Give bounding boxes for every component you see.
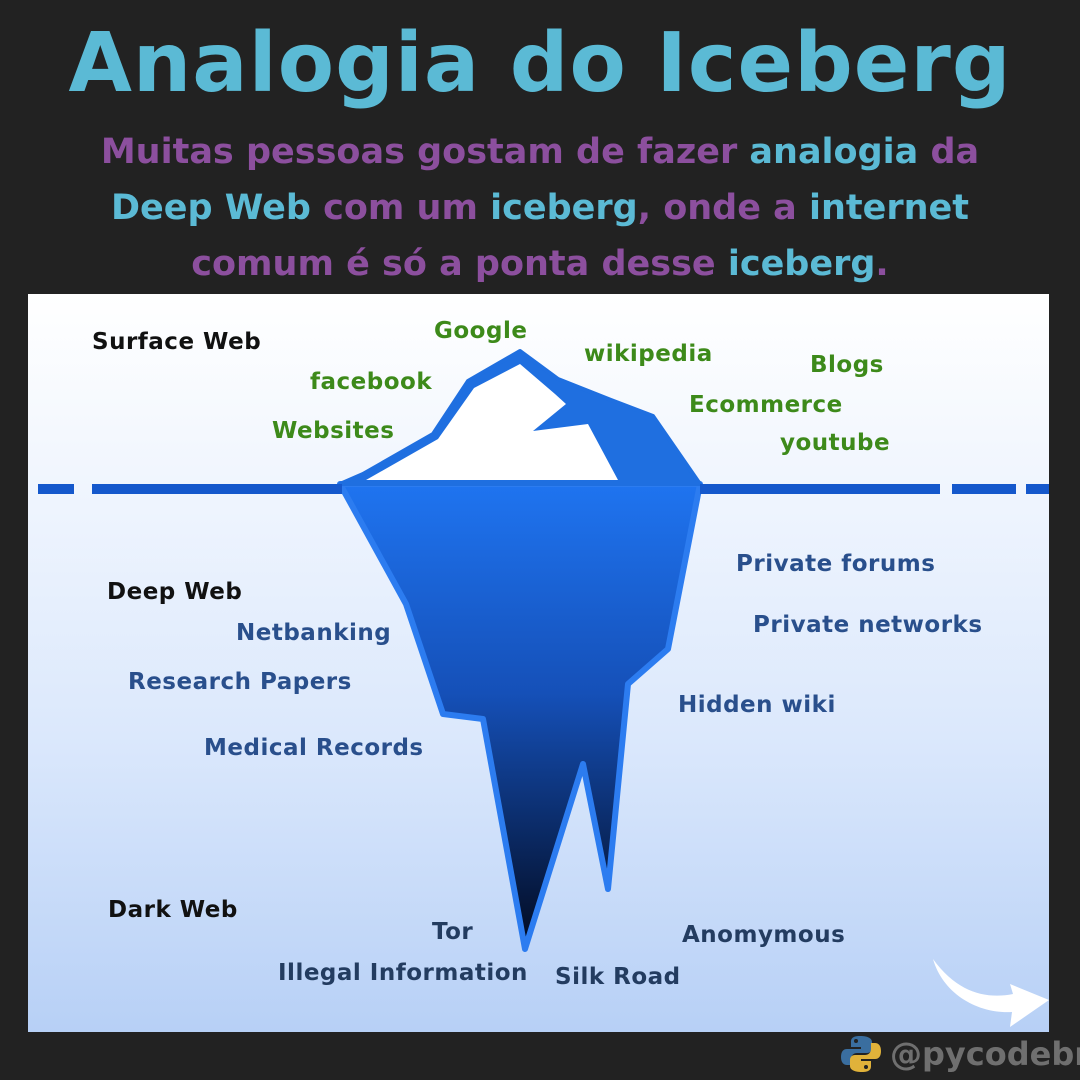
surface-item: Websites [272, 418, 395, 444]
deep-item: Hidden wiki [678, 692, 836, 718]
python-logo-icon [841, 1036, 881, 1072]
subtitle: Muitas pessoas gostam de fazer analogia … [40, 124, 1040, 292]
iceberg-diagram: Surface Web Google wikipedia facebook Bl… [28, 294, 1049, 1032]
subtitle-part: da [930, 132, 980, 172]
subtitle-part: Deep Web [111, 188, 311, 228]
subtitle-part: comum é só a ponta desse [191, 244, 728, 284]
next-arrow-icon [933, 959, 1049, 1027]
surface-item: youtube [780, 430, 891, 456]
brand-handle: @pycodebr [840, 1034, 1080, 1074]
subtitle-part: . [875, 244, 889, 284]
subtitle-part: iceberg [490, 188, 638, 228]
subtitle-part: internet [808, 188, 969, 228]
deep-item: Medical Records [204, 735, 424, 761]
subtitle-part: Muitas pessoas gostam de fazer [100, 132, 750, 172]
page-title: Analogia do Iceberg [68, 16, 1012, 111]
section-title-surface: Surface Web [92, 329, 262, 355]
surface-item: facebook [310, 369, 433, 395]
surface-item: Google [434, 318, 528, 344]
section-title-dark: Dark Web [108, 897, 238, 923]
subtitle-part: , onde a [637, 188, 809, 228]
dark-item: Silk Road [555, 964, 681, 990]
dark-item: Anomymous [682, 922, 846, 948]
section-title-deep: Deep Web [107, 579, 243, 605]
dark-item: Illegal Information [278, 960, 528, 986]
deep-item: Netbanking [236, 620, 392, 646]
surface-item: wikipedia [584, 341, 713, 367]
subtitle-part: iceberg [727, 244, 876, 284]
iceberg-underwater [337, 481, 703, 952]
dark-item: Tor [432, 919, 474, 945]
deep-item: Private forums [736, 551, 936, 577]
deep-item: Research Papers [128, 669, 352, 695]
handle-text: @pycodebr [890, 1035, 1080, 1073]
surface-item: Ecommerce [689, 392, 843, 418]
deep-item: Private networks [753, 612, 983, 638]
surface-item: Blogs [810, 352, 884, 378]
subtitle-part: com um [310, 188, 491, 228]
subtitle-part: analogia [749, 132, 931, 172]
